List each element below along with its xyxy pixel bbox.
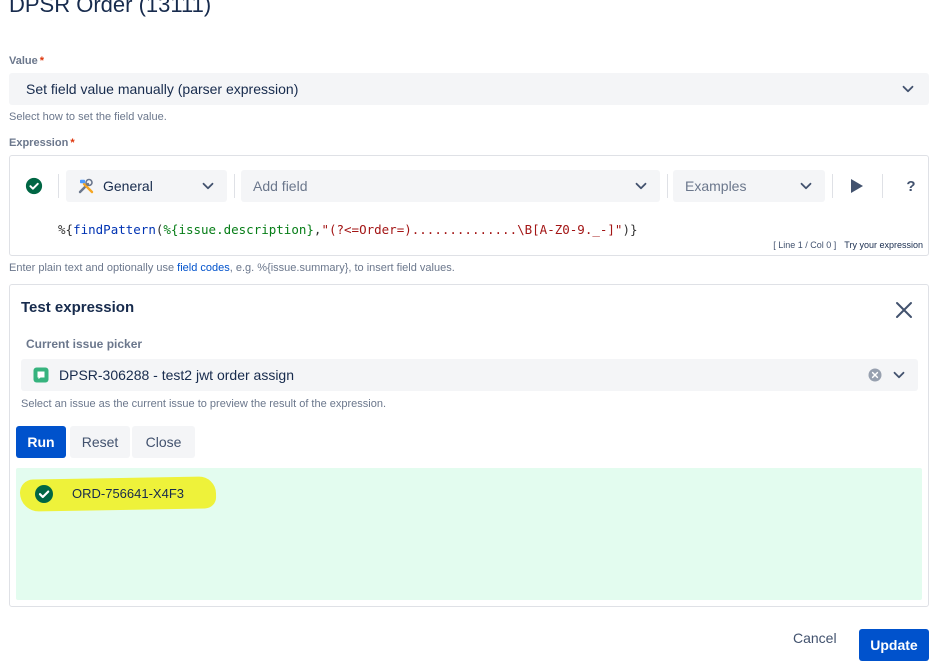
add-field-placeholder: Add field: [253, 178, 308, 194]
examples-placeholder: Examples: [685, 178, 747, 194]
check-circle-icon: [35, 485, 53, 503]
run-button[interactable]: Run: [16, 426, 66, 458]
value-label: Value *: [9, 55, 45, 67]
help-button[interactable]: ?: [903, 170, 919, 202]
check-circle-icon: [25, 170, 45, 202]
chevron-down-icon: [635, 182, 647, 190]
try-expression-link[interactable]: Try your expression: [844, 240, 923, 250]
value-select-text: Set field value manually (parser express…: [26, 81, 299, 97]
category-select-text: General: [103, 178, 153, 194]
test-panel-title: Test expression: [21, 299, 135, 316]
close-button[interactable]: Close: [132, 426, 195, 458]
result-area: ORD-756641-X4F3: [16, 468, 922, 600]
required-mark: *: [70, 137, 75, 149]
category-select[interactable]: General: [66, 170, 227, 202]
toolbar-divider: [58, 174, 59, 198]
chevron-down-icon: [902, 85, 914, 93]
issue-picker-help: Select an issue as the current issue to …: [21, 398, 387, 410]
cursor-position: [ Line 1 / Col 0 ]: [773, 240, 837, 250]
toolbar-divider: [234, 174, 235, 198]
examples-select[interactable]: Examples: [673, 170, 825, 202]
cancel-button[interactable]: Cancel: [793, 630, 837, 646]
value-help: Select how to set the field value.: [9, 111, 167, 123]
editor-status: [ Line 1 / Col 0 ] Try your expression: [773, 240, 923, 250]
toolbar-divider: [882, 174, 883, 198]
run-expression-button[interactable]: [846, 170, 868, 202]
chevron-down-icon[interactable]: [890, 366, 908, 384]
issue-picker-label: Current issue picker: [26, 337, 143, 351]
clear-icon[interactable]: [868, 368, 882, 382]
issue-picker[interactable]: DPSR-306288 - test2 jwt order assign: [21, 359, 918, 391]
play-icon: [851, 179, 863, 193]
value-select[interactable]: Set field value manually (parser express…: [9, 73, 929, 105]
expression-label: Expression *: [9, 137, 75, 149]
toolbar-divider: [832, 174, 833, 198]
expression-help: Enter plain text and optionally use fiel…: [9, 262, 455, 274]
story-issue-icon: [33, 367, 49, 383]
update-button[interactable]: Update: [859, 629, 929, 661]
close-icon[interactable]: [894, 300, 914, 320]
toolbar-divider: [667, 174, 668, 198]
chevron-down-icon: [800, 182, 812, 190]
field-codes-link[interactable]: field codes: [177, 262, 230, 274]
tools-icon: [78, 178, 94, 194]
chevron-down-icon: [202, 182, 214, 190]
test-expression-panel: Test expression Current issue picker DPS…: [9, 284, 929, 607]
issue-picker-value: DPSR-306288 - test2 jwt order assign: [59, 367, 294, 383]
result-value: ORD-756641-X4F3: [72, 486, 184, 501]
add-field-select[interactable]: Add field: [241, 170, 660, 202]
expression-toolbar: General Add field Examples ?: [10, 170, 928, 202]
reset-button[interactable]: Reset: [70, 426, 130, 458]
page-title: DPSR Order (13111): [9, 0, 212, 17]
required-mark: *: [39, 55, 45, 67]
expression-editor[interactable]: General Add field Examples ? %{findPatte…: [9, 155, 929, 256]
expression-code[interactable]: %{findPattern(%{issue.description},"(?<=…: [58, 222, 638, 237]
